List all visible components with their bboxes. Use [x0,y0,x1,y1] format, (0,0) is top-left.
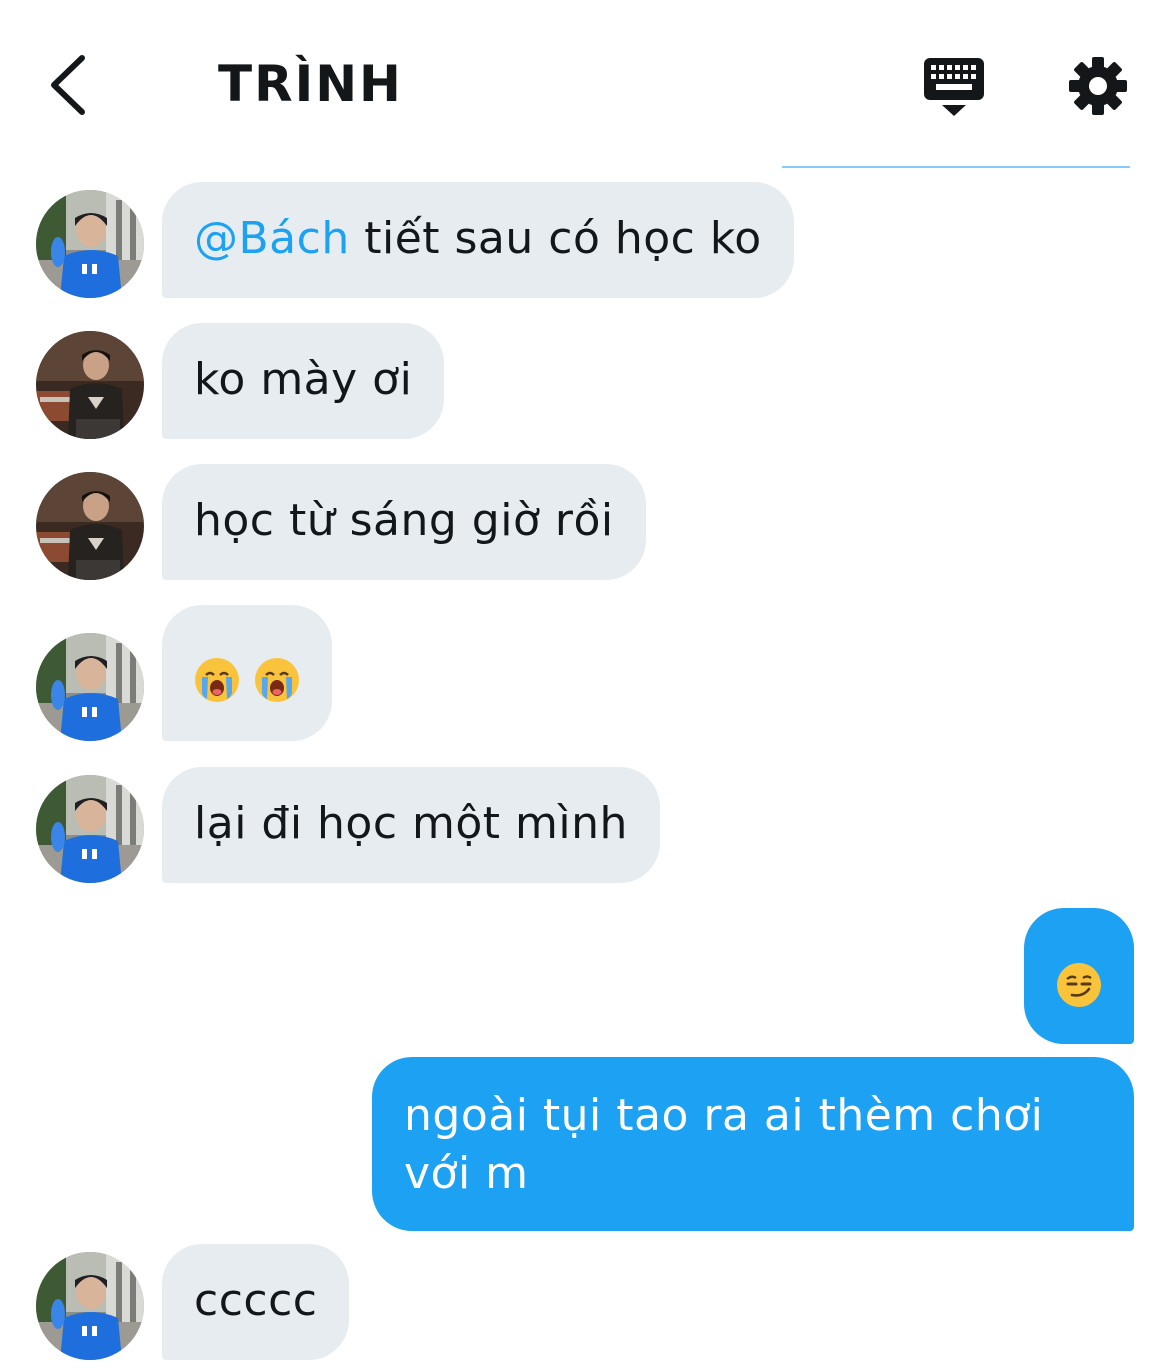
conversation-header: TRÌNH [0,0,1170,165]
avatar-image [36,190,144,298]
message-text: tiết sau có học ko [349,213,762,264]
settings-button[interactable] [1066,54,1130,118]
avatar[interactable] [36,633,144,741]
avatar-image [36,472,144,580]
keyboard-toggle-button[interactable] [922,56,986,118]
chevron-left-icon [51,55,85,115]
back-button[interactable] [44,52,94,118]
message-bubble[interactable]: ccccc [162,1244,350,1360]
message-text: ko mày ơi [194,354,413,405]
message-text: ccccc [194,1275,318,1326]
message-bubble[interactable]: lại đi học một mình [162,767,660,883]
avatar[interactable] [36,775,144,883]
message-text: lại đi học một mình [194,798,628,849]
gear-icon [1069,57,1127,115]
avatar-image [36,633,144,741]
avatar[interactable] [36,472,144,580]
conversation-title: TRÌNH [218,55,403,113]
message-bubble[interactable]: ko mày ơi [162,323,445,439]
message-bubble[interactable]: ngoài tụi tao ra ai thèm chơi với m [372,1057,1134,1231]
message-bubble[interactable] [162,605,332,741]
avatar-image [36,1252,144,1360]
avatar-image [36,775,144,883]
header-divider [782,166,1130,168]
message-bubble[interactable] [1024,908,1134,1044]
avatar[interactable] [36,331,144,439]
smirking-face-icon [1056,962,1102,1008]
crying-face-icon [254,657,300,703]
message-bubble[interactable]: học từ sáng giờ rồi [162,464,646,580]
message-text: học từ sáng giờ rồi [194,495,614,546]
user-mention[interactable]: @Bách [194,213,350,264]
message-bubble[interactable]: @Bách tiết sau có học ko [162,182,794,298]
keyboard-dismiss-icon [924,58,984,116]
avatar[interactable] [36,190,144,298]
crying-face-icon [194,657,240,703]
avatar-image [36,331,144,439]
avatar[interactable] [36,1252,144,1360]
message-text: ngoài tụi tao ra ai thèm chơi với m [404,1090,1044,1199]
